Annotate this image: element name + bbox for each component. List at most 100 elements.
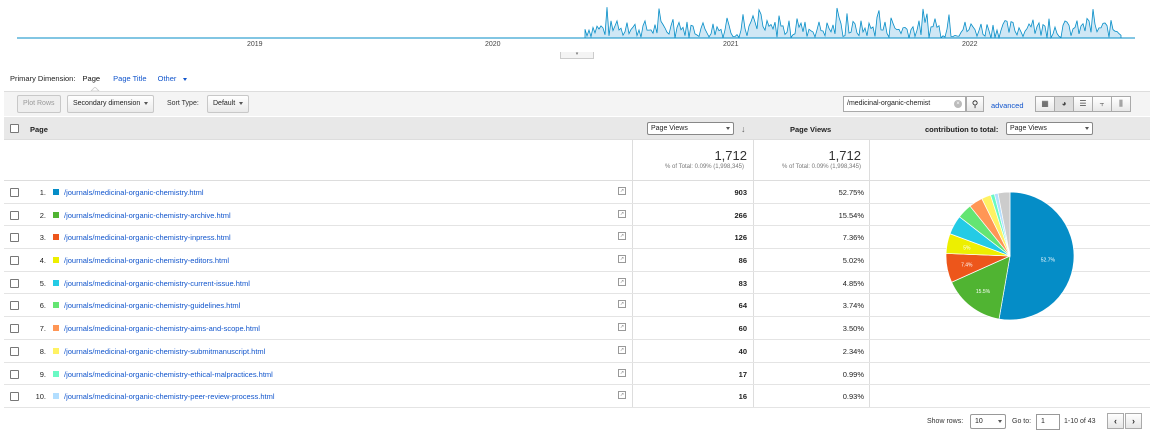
page-column-header[interactable]: Page <box>30 125 48 134</box>
year-label: 2021 <box>723 41 739 48</box>
prev-page-button[interactable]: ‹ <box>1107 413 1124 429</box>
page-link[interactable]: /journals/medicinal-organic-chemistry-et… <box>64 370 273 379</box>
primary-dimension-bar: Primary Dimension: Page Page Title Other <box>10 74 197 83</box>
row-checkbox[interactable] <box>10 301 19 311</box>
secondary-dimension-dropdown[interactable]: Secondary dimension <box>67 95 155 113</box>
contribution-percentage: 52.75% <box>838 188 864 197</box>
sort-descending-icon[interactable]: ↓ <box>741 124 746 134</box>
page-link[interactable]: /journals/medicinal-organic-chemistry-ar… <box>64 211 231 220</box>
pivot-view-icon[interactable]: ⫼ <box>1111 96 1131 112</box>
contribution-pie-chart: 52.7% 15.5% 7.4% 5% <box>945 191 1075 321</box>
row-checkbox[interactable] <box>10 392 19 402</box>
search-button[interactable]: ⚲ <box>966 96 984 112</box>
goto-input[interactable]: 1 <box>1036 414 1060 430</box>
total-percentage: % of Total: 0.09% (1,998,345) <box>665 164 744 170</box>
dimension-page-title[interactable]: Page Title <box>113 74 146 83</box>
contribution-percentage: 5.02% <box>842 256 864 266</box>
contribution-percentage: 7.36% <box>842 233 864 243</box>
row-rank: 7. <box>39 324 46 334</box>
contribution-percentage: 4.85% <box>842 278 864 288</box>
table-row: 8. /journals/medicinal-organic-chemistry-… <box>4 339 1150 363</box>
external-link-icon[interactable]: ↗ <box>618 300 626 309</box>
year-label: 2022 <box>962 41 978 48</box>
show-rows-select[interactable]: 10 <box>970 414 1006 429</box>
pagination-bar: Show rows: 10 Go to: 1 1-10 of 43 ‹ › <box>0 413 1150 431</box>
row-checkbox[interactable] <box>10 256 19 266</box>
sort-type-dropdown[interactable]: Default <box>207 95 250 113</box>
contribution-percentage: 2.34% <box>842 346 864 356</box>
view-switcher: ▦ ◕ ☰ ⫟ ⫼ <box>1035 96 1131 112</box>
year-label: 2020 <box>485 41 501 48</box>
search-icon: ⚲ <box>971 99 979 109</box>
contribution-percentage: 0.99% <box>842 369 864 379</box>
sort-type-label: Sort Type: <box>167 100 199 107</box>
row-rank: 8. <box>39 346 46 356</box>
external-link-icon[interactable]: ↗ <box>618 391 626 400</box>
contribution-percentage: 15.54% <box>838 210 864 220</box>
page-link[interactable]: /journals/medicinal-organic-chemistry.ht… <box>64 188 204 197</box>
external-link-icon[interactable]: ↗ <box>618 255 626 264</box>
row-checkbox[interactable] <box>10 346 19 356</box>
external-link-icon[interactable]: ↗ <box>618 323 626 332</box>
row-checkbox[interactable] <box>10 233 19 243</box>
page-views-value: 903 <box>734 188 747 197</box>
table-search-input[interactable]: /medicinal-organic-chemist × <box>843 96 966 112</box>
dimension-page[interactable]: Page <box>83 74 101 83</box>
select-all-checkbox[interactable] <box>10 124 19 133</box>
page-views-column-header[interactable]: Page Views <box>790 125 831 134</box>
grid-view-icon[interactable]: ▦ <box>1035 96 1055 112</box>
row-color-swatch <box>53 325 59 332</box>
row-color-swatch <box>53 189 59 195</box>
contribution-percentage: 0.93% <box>842 392 864 402</box>
external-link-icon[interactable]: ↗ <box>618 345 626 354</box>
timeline-drag-handle[interactable]: ▾ <box>560 52 594 59</box>
external-link-icon[interactable]: ↗ <box>618 277 626 286</box>
advanced-filter-link[interactable]: advanced <box>991 101 1024 110</box>
row-checkbox[interactable] <box>10 188 19 197</box>
row-color-swatch <box>53 393 59 400</box>
pie-view-icon[interactable]: ◕ <box>1054 96 1074 112</box>
page-link[interactable]: /journals/medicinal-organic-chemistry-pe… <box>64 392 274 401</box>
dimension-other[interactable]: Other <box>158 74 193 83</box>
page-link[interactable]: /journals/medicinal-organic-chemistry-in… <box>64 233 231 242</box>
row-checkbox[interactable] <box>10 278 19 288</box>
row-color-swatch <box>53 211 59 218</box>
page-range: 1-10 of 43 <box>1064 418 1096 425</box>
next-page-button[interactable]: › <box>1125 413 1142 429</box>
page-link[interactable]: /journals/medicinal-organic-chemistry-ai… <box>64 324 260 333</box>
total-value: 1,712 <box>828 148 861 163</box>
page-link[interactable]: /journals/medicinal-organic-chemistry-cu… <box>64 279 250 288</box>
row-rank: 9. <box>39 369 46 379</box>
external-link-icon[interactable]: ↗ <box>618 209 626 218</box>
contribution-percentage: 3.50% <box>842 324 864 334</box>
pie-slice-label: 7.4% <box>961 262 973 268</box>
goto-label: Go to: <box>1012 418 1032 425</box>
show-rows-label: Show rows: <box>927 418 964 425</box>
external-link-icon[interactable]: ↗ <box>618 187 626 195</box>
row-checkbox[interactable] <box>10 369 19 379</box>
page-views-value: 126 <box>734 233 747 243</box>
external-link-icon[interactable]: ↗ <box>618 232 626 241</box>
contribution-select[interactable]: Page Views <box>1006 122 1093 135</box>
row-checkbox[interactable] <box>10 324 19 334</box>
page-views-value: 86 <box>738 256 747 266</box>
contribution-percentage: 3.74% <box>842 301 864 311</box>
page-views-value: 40 <box>738 346 747 356</box>
plot-rows-button[interactable]: Plot Rows <box>17 95 61 113</box>
comparison-view-icon[interactable]: ⫟ <box>1092 96 1112 112</box>
row-rank: 2. <box>39 210 46 220</box>
page-link[interactable]: /journals/medicinal-organic-chemistry-gu… <box>64 301 240 310</box>
performance-view-icon[interactable]: ☰ <box>1073 96 1093 112</box>
page-link[interactable]: /journals/medicinal-organic-chemistry-ed… <box>64 256 229 265</box>
metric-select[interactable]: Page Views <box>647 122 734 135</box>
row-color-swatch <box>53 370 59 377</box>
year-label: 2019 <box>247 41 263 48</box>
pie-slice-label: 52.7% <box>1041 257 1056 263</box>
row-rank: 10. <box>35 392 46 402</box>
external-link-icon[interactable]: ↗ <box>618 368 626 377</box>
page-views-value: 64 <box>738 301 747 311</box>
page-link[interactable]: /journals/medicinal-organic-chemistry-su… <box>64 347 265 356</box>
row-rank: 6. <box>39 301 46 311</box>
clear-search-icon[interactable]: × <box>954 100 962 108</box>
row-checkbox[interactable] <box>10 210 19 220</box>
